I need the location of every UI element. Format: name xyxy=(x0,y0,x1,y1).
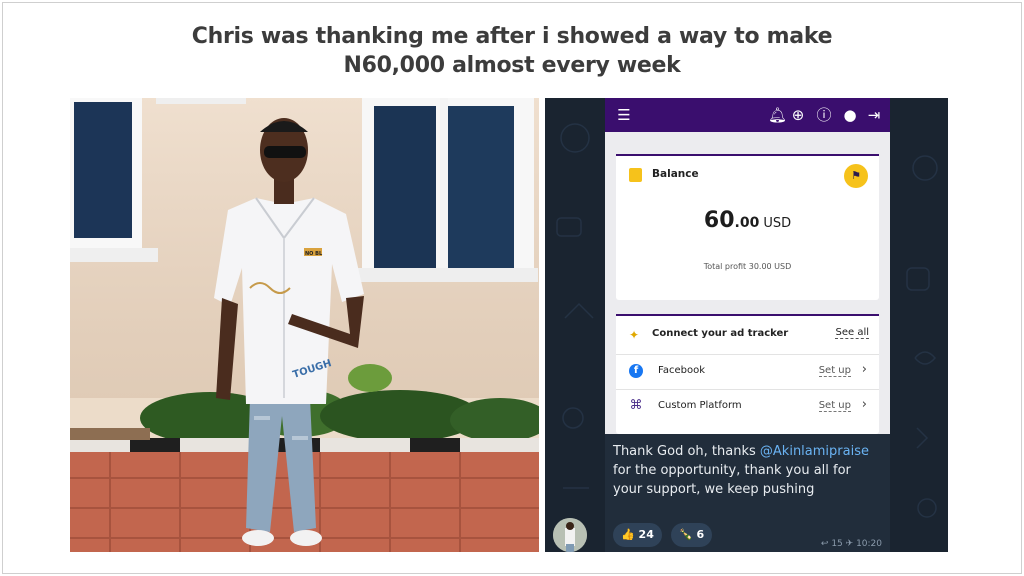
mention-link[interactable]: @Akinlamipraise xyxy=(760,444,869,459)
setup-link[interactable]: Set up xyxy=(818,400,851,412)
support-badge-icon[interactable]: ⚑ xyxy=(844,164,868,188)
balance-amount-decimal: .00 xyxy=(734,215,760,231)
chevron-right-icon: › xyxy=(861,362,867,377)
message-text-end: for the opportunity, thank you all for y… xyxy=(613,463,851,497)
chevron-right-icon: › xyxy=(861,397,867,412)
tracker-row-label: Custom Platform xyxy=(658,400,742,411)
shirt-patch-text: NO BL xyxy=(305,251,323,257)
tracker-row-label: Facebook xyxy=(658,365,705,376)
reaction-count: 24 xyxy=(638,528,654,541)
wallet-icon xyxy=(629,168,642,182)
headline-line-2: N60,000 almost every week xyxy=(343,53,681,78)
help-icon[interactable]: ⓘ xyxy=(815,106,833,124)
reply-icon: ↩ xyxy=(820,539,829,549)
setup-link[interactable]: Set up xyxy=(818,365,851,377)
tracker-row-custom-platform[interactable]: ⌘ Custom Platform Set up › xyxy=(616,389,879,423)
menu-icon[interactable]: ☰ xyxy=(615,106,633,124)
tracker-row-facebook[interactable]: f Facebook Set up › xyxy=(616,354,879,388)
thumbs-up-icon: 👍 xyxy=(621,528,635,541)
avatar[interactable] xyxy=(553,518,587,552)
app-header: ☰ 🔔︎ ⊕ ⓘ ● ⇥ xyxy=(605,98,890,132)
chat-message: Thank God oh, thanks @Akinlamipraise for… xyxy=(605,434,890,552)
message-text: Thank God oh, thanks @Akinlamipraise for… xyxy=(613,442,883,499)
reaction-count: 6 xyxy=(696,528,705,541)
message-time: 10:20 xyxy=(856,539,882,549)
balance-amount-integer: 60 xyxy=(703,208,735,233)
tracker-title: Connect your ad tracker xyxy=(652,328,789,339)
ad-tracker-card: ✦ Connect your ad tracker See all f Face… xyxy=(616,314,879,434)
headline: Chris was thanking me after i showed a w… xyxy=(0,22,1024,80)
bottle-icon: 🍾 xyxy=(679,528,693,541)
custom-platform-icon: ⌘ xyxy=(629,398,643,413)
pin-icon: ✈ xyxy=(845,539,854,549)
user-icon[interactable]: ● xyxy=(841,106,859,124)
headline-line-1: Chris was thanking me after i showed a w… xyxy=(191,24,833,49)
balance-amount: 60.00 USD xyxy=(616,208,879,233)
balance-card: Balance ⚑ 60.00 USD Total profit 30.00 US… xyxy=(616,154,879,300)
testimonial-photo: NO BL TOUGH xyxy=(70,98,539,552)
card-accent-line xyxy=(616,154,879,156)
facebook-icon: f xyxy=(629,364,643,378)
app-content: Balance ⚑ 60.00 USD Total profit 30.00 US… xyxy=(605,132,890,434)
card-accent-line xyxy=(616,314,879,316)
logout-icon[interactable]: ⇥ xyxy=(865,106,883,124)
balance-currency: USD xyxy=(763,216,792,231)
tracker-icon: ✦ xyxy=(629,328,640,342)
reaction-bottle[interactable]: 🍾 6 xyxy=(671,523,713,547)
photo-illustration: NO BL TOUGH xyxy=(70,98,539,552)
reaction-thumbs-up[interactable]: 👍 24 xyxy=(613,523,662,547)
reply-count: 15 xyxy=(831,539,843,549)
bell-icon[interactable]: 🔔︎ xyxy=(768,106,787,124)
avatar-image xyxy=(553,518,587,552)
phone-screenshot: ☰ 🔔︎ ⊕ ⓘ ● ⇥ Balance ⚑ 60.00 USD Total pr… xyxy=(545,98,948,552)
message-meta: ↩ 15 ✈ 10:20 xyxy=(821,539,882,549)
message-text-start: Thank God oh, thanks xyxy=(613,444,756,459)
total-profit: Total profit 30.00 USD xyxy=(703,262,792,271)
see-all-link[interactable]: See all xyxy=(835,327,869,339)
balance-label: Balance xyxy=(652,168,699,180)
globe-icon[interactable]: ⊕ xyxy=(789,106,807,124)
